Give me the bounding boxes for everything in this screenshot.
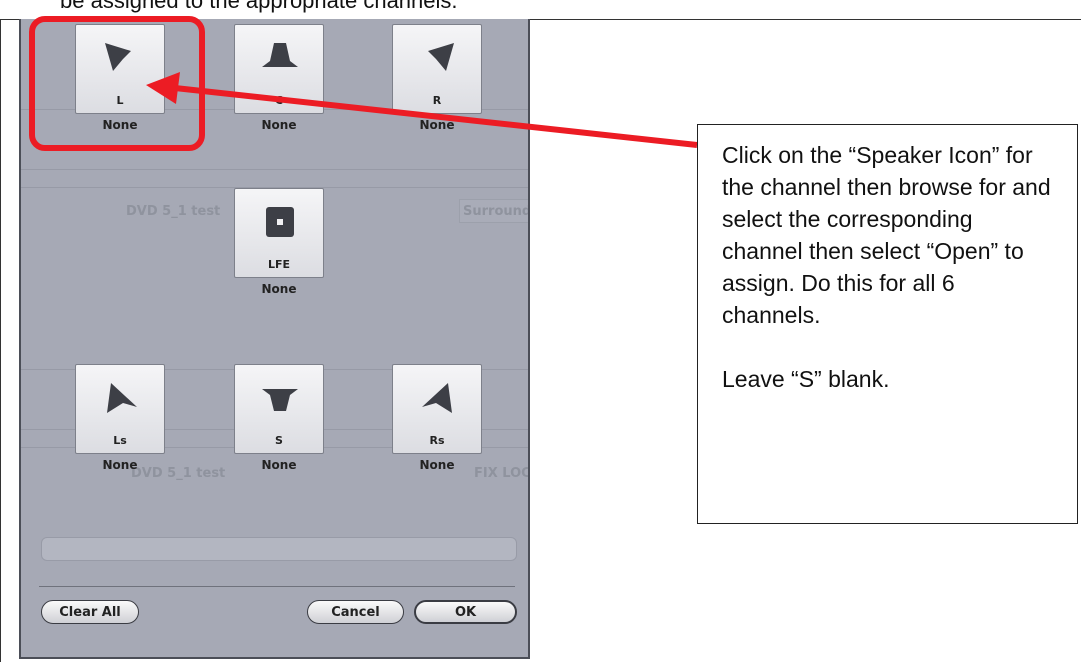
speaker-R: R None	[392, 24, 482, 132]
speaker-Ls-button[interactable]: Ls	[75, 364, 165, 454]
dialog-separator	[39, 586, 515, 587]
speaker-assignment-value: None	[102, 458, 138, 472]
speaker-assignment-value: None	[261, 282, 297, 296]
speaker-label: S	[275, 434, 283, 447]
speaker-label: R	[432, 94, 442, 107]
callout-text: Click on the “Speaker Icon” for the chan…	[722, 142, 1051, 392]
speaker-surround-icon	[262, 389, 298, 411]
speaker-S: S None	[234, 364, 324, 472]
speaker-C-button[interactable]: C	[234, 24, 324, 114]
background-row-line	[21, 169, 528, 170]
speaker-assignment-value: None	[261, 118, 297, 132]
document-heading-fragment: be assigned to the appropriate channels.	[60, 0, 458, 13]
clear-all-button[interactable]: Clear All	[41, 600, 139, 624]
speaker-Rs: Rs None	[392, 364, 482, 472]
speaker-assignment-value: None	[261, 458, 297, 472]
speaker-assignment-value: None	[419, 458, 455, 472]
page-frame-left	[0, 19, 1, 662]
speaker-label: Rs	[429, 434, 445, 447]
subwoofer-icon	[266, 207, 294, 237]
speaker-Rs-button[interactable]: Rs	[392, 364, 482, 454]
speaker-label: C	[274, 94, 284, 107]
speaker-surround-left-icon	[107, 383, 137, 413]
speaker-front-right-icon	[428, 43, 454, 71]
background-row-text: DVD 5_1 test	[126, 204, 221, 219]
instruction-callout: Click on the “Speaker Icon” for the chan…	[697, 124, 1078, 524]
speaker-LFE: LFE None	[234, 188, 324, 296]
speaker-S-button[interactable]: S	[234, 364, 324, 454]
speaker-label: Ls	[113, 434, 127, 447]
ok-button[interactable]: OK	[414, 600, 517, 624]
speaker-C: C None	[234, 24, 324, 132]
speaker-surround-right-icon	[422, 383, 452, 413]
speaker-R-button[interactable]: R	[392, 24, 482, 114]
speaker-label: LFE	[267, 258, 291, 271]
background-row-text: FIX LOC	[474, 466, 530, 481]
progress-bar	[41, 537, 517, 561]
cancel-button[interactable]: Cancel	[307, 600, 404, 624]
background-row-text: Surround	[463, 204, 530, 219]
speaker-assignment-value: None	[419, 118, 455, 132]
speaker-center-icon	[262, 43, 298, 67]
speaker-Ls: Ls None	[75, 364, 165, 472]
speaker-LFE-button[interactable]: LFE	[234, 188, 324, 278]
highlight-box	[29, 16, 205, 151]
